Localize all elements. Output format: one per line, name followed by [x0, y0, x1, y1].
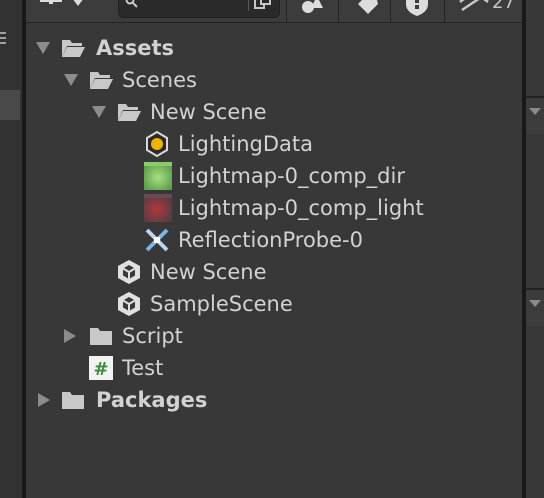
toolbar-divider	[338, 0, 339, 22]
right-panel-strip	[526, 0, 544, 498]
folder-open-icon	[90, 72, 113, 89]
chevron-down-icon	[529, 108, 541, 115]
chevron-down-icon	[529, 300, 541, 307]
hidden-packages-button[interactable]: 27	[454, 0, 520, 16]
project-toolbar: 27	[26, 0, 522, 23]
tree-item-scenes[interactable]: Scenes	[26, 64, 522, 96]
lightmap-dir-icon	[144, 162, 172, 190]
collapse-arrow-icon[interactable]	[64, 329, 76, 343]
expand-arrow-icon[interactable]	[92, 106, 106, 118]
toolbar-divider	[444, 0, 445, 22]
tree-item-label: LightingData	[178, 132, 314, 156]
tree-item-label: New Scene	[150, 100, 267, 124]
favorite-icon[interactable]	[402, 0, 432, 16]
lighting-data-icon	[146, 131, 168, 157]
tree-item-label: SampleScene	[150, 292, 293, 316]
tree-item-assets[interactable]: Assets	[26, 32, 522, 64]
tree-item-script[interactable]: Script	[26, 320, 522, 352]
search-input[interactable]	[118, 0, 280, 18]
tree-item-new-scene[interactable]: New Scene	[26, 256, 522, 288]
tree-item-lighting-data[interactable]: LightingData	[26, 128, 522, 160]
left-panel-strip	[0, 0, 22, 498]
tree-item-label: Script	[122, 324, 183, 348]
hidden-packages-count: 27	[492, 0, 515, 13]
tree-item-lightmap-dir[interactable]: Lightmap-0_comp_dir	[26, 160, 522, 192]
filter-by-type-icon[interactable]	[298, 0, 328, 16]
expand-arrow-icon[interactable]	[36, 42, 50, 54]
add-icon-bar	[40, 0, 62, 2]
tree-item-new-scene-folder[interactable]: New Scene	[26, 96, 522, 128]
tree-item-label: ReflectionProbe-0	[178, 228, 363, 252]
svg-text:#: #	[93, 359, 108, 380]
left-panel-selected-item[interactable]	[0, 90, 20, 120]
folder-icon	[62, 392, 84, 409]
hidden-packages-icon	[459, 0, 489, 12]
reflection-probe-icon	[145, 228, 169, 252]
toolbar-divider	[286, 0, 287, 22]
tree-item-label: Lightmap-0_comp_dir	[178, 164, 405, 188]
search-options-icon[interactable]	[248, 0, 277, 11]
right-panel-foldout-1[interactable]	[526, 96, 544, 134]
tree-item-label: Scenes	[122, 68, 197, 92]
lightmap-light-icon	[144, 194, 172, 222]
unity-scene-icon	[118, 260, 140, 284]
tree-item-label: Test	[122, 356, 164, 380]
folder-open-icon	[118, 104, 141, 121]
tree-item-sample-scene[interactable]: SampleScene	[26, 288, 522, 320]
unity-scene-icon	[118, 292, 140, 316]
tree-item-lightmap-light[interactable]: Lightmap-0_comp_light	[26, 192, 522, 224]
toolbar-divider	[390, 0, 391, 22]
left-panel-menu-icon[interactable]	[0, 28, 12, 50]
add-asset-button[interactable]	[38, 0, 92, 16]
collapse-arrow-icon[interactable]	[38, 393, 50, 407]
tree-item-reflection-probe[interactable]: ReflectionProbe-0	[26, 224, 522, 256]
csharp-script-icon: #	[89, 356, 113, 380]
tree-item-test[interactable]: # Test	[26, 352, 522, 384]
right-panel-foldout-2[interactable]	[526, 288, 544, 326]
tree-item-label: Packages	[96, 388, 208, 412]
filter-by-label-icon[interactable]	[352, 0, 382, 16]
folder-open-icon	[62, 40, 85, 57]
folder-icon	[90, 328, 112, 345]
search-icon	[125, 0, 138, 8]
expand-arrow-icon[interactable]	[64, 74, 78, 86]
tree-item-label: New Scene	[150, 260, 267, 284]
tree-item-label: Assets	[96, 36, 175, 60]
tree-item-label: Lightmap-0_comp_light	[178, 196, 424, 220]
dropdown-caret-icon	[72, 0, 84, 6]
tree-item-packages[interactable]: Packages	[26, 384, 522, 416]
